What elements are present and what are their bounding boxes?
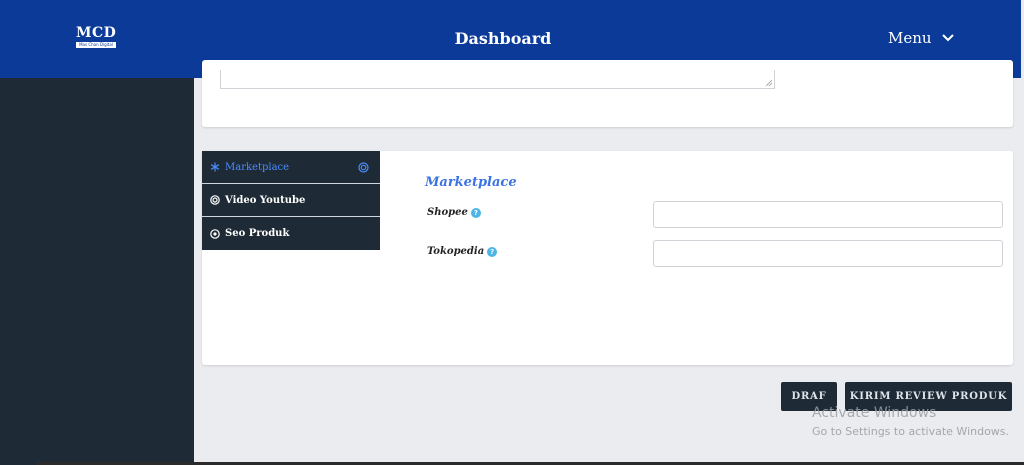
menu-label: Menu	[888, 29, 932, 47]
active-target-icon	[358, 162, 369, 173]
section-title: Marketplace	[425, 175, 517, 190]
page-title: Dashboard	[454, 29, 552, 48]
question-icon[interactable]: ?	[470, 207, 481, 218]
shopee-input[interactable]	[653, 201, 1003, 228]
field-label-text: Shopee	[427, 207, 468, 218]
menu-dropdown[interactable]: Menu	[888, 29, 954, 47]
description-textarea[interactable]	[220, 70, 775, 89]
tokopedia-label: Tokopedia ?	[427, 246, 498, 257]
tab-video-youtube[interactable]: Video Youtube	[202, 184, 380, 217]
tab-seo-produk[interactable]: Seo Produk	[202, 217, 380, 250]
tokopedia-input[interactable]	[653, 240, 1003, 267]
snowflake-icon	[210, 162, 220, 172]
activate-windows-watermark-title: Activate Windows	[812, 405, 937, 421]
activate-windows-watermark-subtitle: Go to Settings to activate Windows.	[812, 425, 1010, 438]
question-icon[interactable]: ?	[487, 246, 498, 257]
tab-marketplace[interactable]: Marketplace	[202, 151, 380, 184]
field-label-text: Tokopedia	[427, 246, 485, 257]
circle-dot-icon	[210, 228, 220, 239]
tab-list: Marketplace Video Youtube Seo Produk	[202, 151, 380, 250]
resize-grip-icon[interactable]	[766, 80, 772, 86]
tab-label: Seo Produk	[225, 228, 290, 239]
shopee-label: Shopee ?	[427, 207, 481, 218]
tab-label: Marketplace	[225, 161, 290, 173]
sidebar	[0, 78, 194, 465]
product-links-card: Marketplace Video Youtube Seo Produk Mar…	[202, 151, 1013, 365]
chevron-down-icon	[941, 34, 954, 42]
tab-label: Video Youtube	[225, 194, 306, 206]
description-card	[202, 60, 1013, 127]
target-icon	[210, 195, 220, 205]
